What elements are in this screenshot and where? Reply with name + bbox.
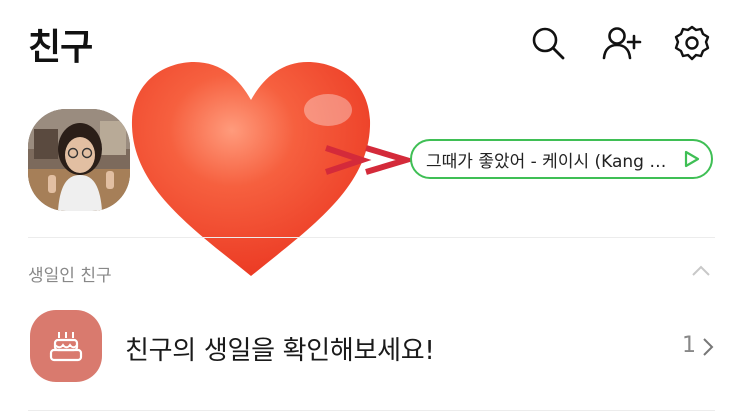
settings-icon[interactable]: [671, 22, 713, 64]
birthday-label: 친구의 생일을 확인해보세요!: [125, 336, 435, 366]
play-icon: [681, 149, 701, 169]
profile-music-button[interactable]: 그때가 좋았어 - 케이시 (Kang Kang...: [410, 139, 713, 179]
page-title: 친구: [28, 27, 93, 68]
section-title: 생일인 친구: [28, 266, 112, 286]
divider: [28, 237, 715, 238]
chevron-right-icon: [702, 337, 714, 357]
add-friend-icon[interactable]: [600, 22, 642, 64]
double-arrow-icon: [322, 143, 414, 177]
cake-icon: [30, 310, 102, 382]
music-status-text: 그때가 좋았어 - 케이시 (Kang Kang...: [426, 151, 675, 172]
divider: [28, 410, 715, 411]
search-icon[interactable]: [527, 22, 569, 64]
birthday-count: 1: [682, 333, 696, 358]
birthday-friends-row[interactable]: 친구의 생일을 확인해보세요! 1: [28, 310, 716, 386]
chevron-up-icon[interactable]: [690, 263, 712, 279]
avatar[interactable]: [28, 109, 130, 211]
